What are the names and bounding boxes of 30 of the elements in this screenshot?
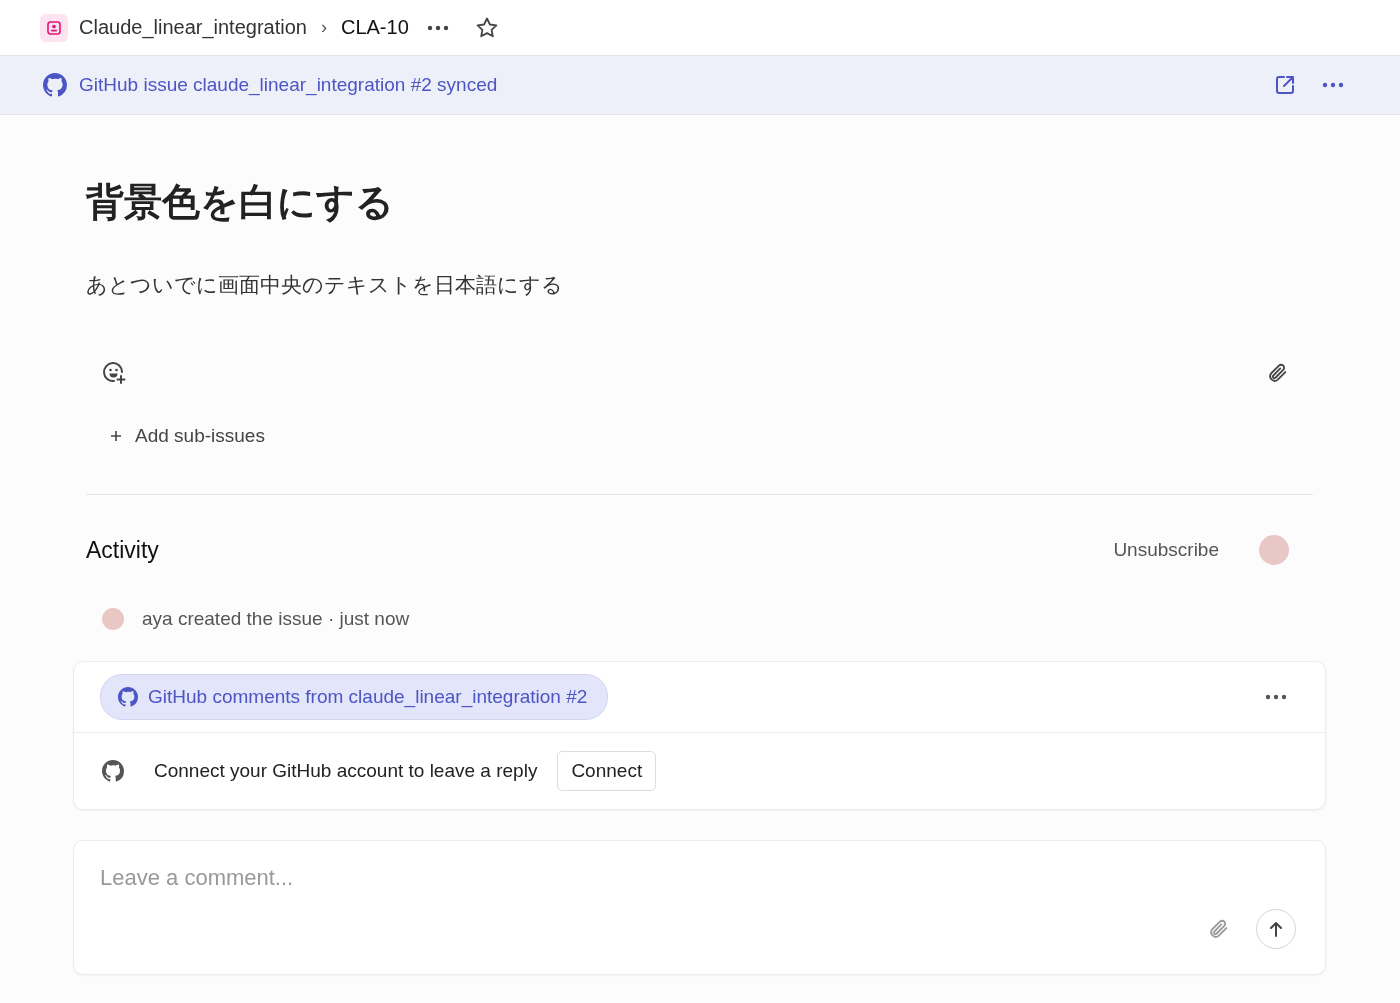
issue-id[interactable]: CLA-10 [340, 16, 409, 39]
star-icon[interactable] [474, 15, 499, 40]
github-source-pill[interactable]: GitHub comments from claude_linear_integration #2 [100, 674, 609, 720]
arrow-up-icon [1269, 921, 1283, 937]
activity-entry: aya created the issue · just now [142, 608, 410, 630]
project-icon [40, 13, 68, 42]
plus-icon [110, 430, 122, 442]
avatar [102, 608, 124, 630]
paperclip-icon[interactable] [1267, 362, 1289, 384]
paperclip-icon[interactable] [1208, 918, 1230, 940]
send-button[interactable] [1256, 909, 1296, 949]
unsubscribe-button[interactable]: Unsubscribe [1113, 539, 1219, 561]
more-icon[interactable] [1322, 82, 1344, 88]
github-icon [43, 73, 67, 97]
project-link[interactable]: Claude_linear_integration [79, 16, 307, 39]
add-sub-issues-button[interactable]: Add sub-issues [110, 425, 265, 447]
breadcrumb-separator: › [320, 17, 327, 38]
github-icon [102, 760, 124, 782]
connect-prompt: Connect your GitHub account to leave a reply [154, 760, 538, 782]
issue-title[interactable]: 背景色を白にする [86, 177, 1313, 227]
comment-input-field[interactable]: Leave a comment... [100, 865, 1325, 899]
activity-heading: Activity [86, 536, 159, 564]
more-icon[interactable] [426, 24, 449, 31]
github-icon [118, 687, 138, 707]
sync-status-text: GitHub issue claude_linear_integration #2 synced [79, 74, 498, 96]
more-icon[interactable] [1265, 694, 1287, 700]
add-reaction-icon[interactable] [102, 361, 126, 385]
external-link-icon[interactable] [1274, 74, 1296, 96]
issue-description[interactable]: あとついでに画面中央のテキストを日本語にする [86, 271, 1313, 299]
connect-button[interactable]: Connect [557, 751, 657, 791]
